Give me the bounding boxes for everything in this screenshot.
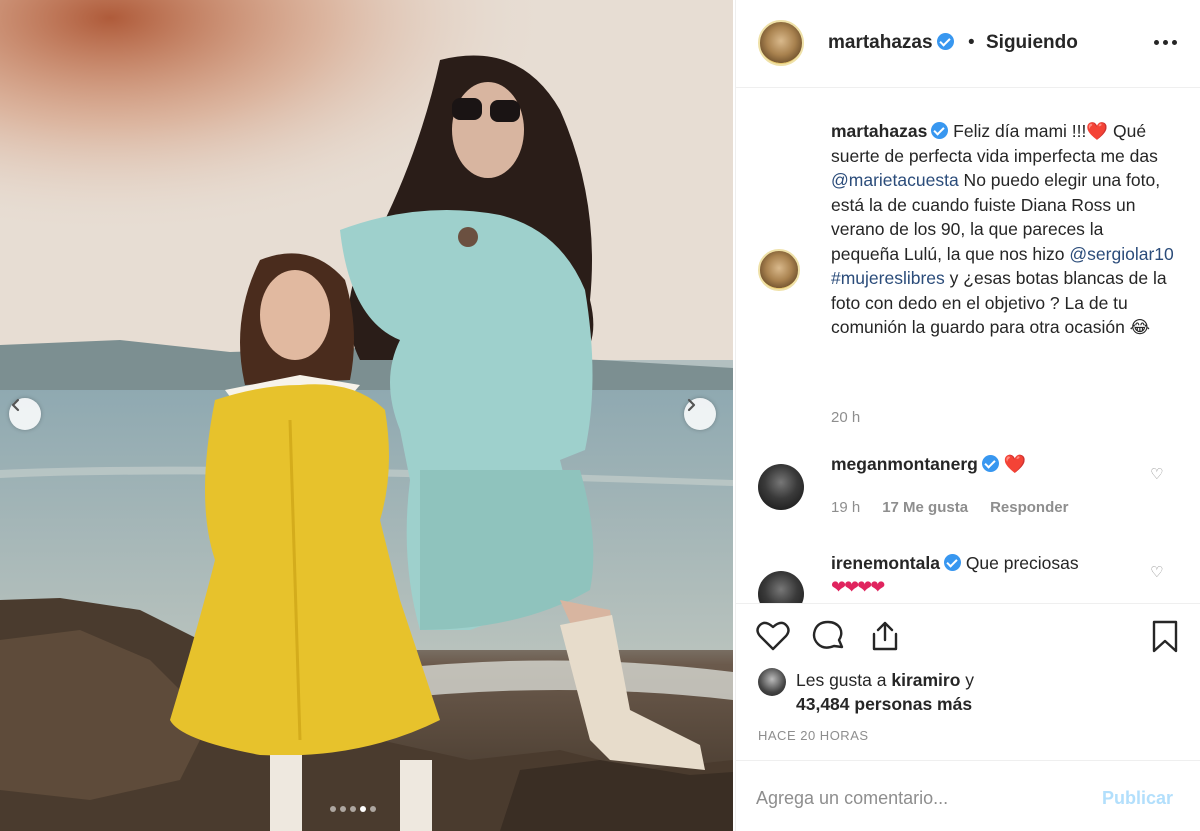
- like-comment-icon[interactable]: ♡: [1150, 563, 1163, 581]
- comment-username[interactable]: meganmontanerg: [831, 454, 978, 474]
- comment-bubble-icon[interactable]: [812, 620, 846, 652]
- verified-icon: [936, 33, 954, 50]
- mention-link[interactable]: @marietacuesta: [831, 170, 959, 190]
- more-options-icon[interactable]: [1154, 40, 1177, 45]
- comment-timestamp[interactable]: 19 h: [831, 499, 860, 516]
- comment-hearts: ❤❤❤❤: [831, 577, 885, 597]
- comment: meganmontanerg ❤️: [831, 454, 1026, 475]
- post-header: martahazas • Siguiendo: [736, 0, 1200, 88]
- comment-text: Que preciosas: [965, 553, 1079, 573]
- comment-input[interactable]: [756, 783, 1076, 813]
- share-icon[interactable]: [868, 620, 902, 652]
- caption-timestamp[interactable]: 20 h: [831, 409, 860, 426]
- carousel-dot-active: [360, 806, 366, 812]
- carousel-dot: [330, 806, 336, 812]
- likes-count[interactable]: 43,484 personas más: [796, 694, 972, 715]
- carousel-dot: [350, 806, 356, 812]
- header-separator: •: [968, 32, 975, 53]
- post-sidebar: martahazas • Siguiendo martahazas Feliz …: [735, 0, 1200, 831]
- next-photo-button[interactable]: [684, 398, 716, 430]
- commenter-avatar[interactable]: [758, 571, 804, 603]
- post-actions: Les gusta a kiramiro y 43,484 personas m…: [736, 603, 1200, 831]
- mention-link[interactable]: @sergiolar10: [1069, 244, 1173, 264]
- photo-illustration: [0, 0, 733, 831]
- caption-username[interactable]: martahazas: [831, 121, 927, 141]
- author-avatar[interactable]: [758, 20, 804, 66]
- post-caption: martahazas Feliz día mami !!!❤️ Qué suer…: [831, 121, 1174, 337]
- chevron-left-icon: [11, 398, 20, 412]
- comment-meta: 19 h 17 Me gusta Responder: [831, 499, 1068, 516]
- carousel-dots: [330, 806, 376, 812]
- likes-summary: Les gusta a kiramiro y: [796, 670, 975, 690]
- following-button[interactable]: Siguiendo: [986, 32, 1078, 54]
- reply-button[interactable]: Responder: [990, 499, 1068, 516]
- post-photo[interactable]: [0, 0, 733, 831]
- chevron-right-icon: [687, 398, 696, 412]
- verified-icon: [981, 455, 999, 472]
- post-timestamp[interactable]: HACE 20 HORAS: [758, 728, 869, 743]
- comment-text: ❤️: [1003, 454, 1027, 474]
- publish-button[interactable]: Publicar: [1102, 788, 1173, 809]
- commenter-avatar[interactable]: [758, 464, 804, 510]
- author-username[interactable]: martahazas: [828, 32, 954, 54]
- carousel-dot: [370, 806, 376, 812]
- caption-author-avatar[interactable]: [758, 249, 800, 291]
- previous-photo-button[interactable]: [9, 398, 41, 430]
- like-heart-icon[interactable]: [756, 620, 790, 652]
- carousel-dot: [340, 806, 346, 812]
- comment: irenemontala Que preciosas: [831, 553, 1079, 574]
- verified-icon: [943, 554, 961, 571]
- comments-list: martahazas Feliz día mami !!!❤️ Qué suer…: [736, 89, 1200, 603]
- hashtag-link[interactable]: #mujereslibres: [831, 268, 945, 288]
- liker-avatar[interactable]: [758, 668, 786, 696]
- like-comment-icon[interactable]: ♡: [1150, 465, 1163, 483]
- comment-likes[interactable]: 17 Me gusta: [882, 499, 968, 516]
- add-comment-bar: Publicar: [736, 760, 1200, 831]
- liker-username[interactable]: kiramiro: [891, 670, 960, 690]
- verified-icon: [931, 122, 949, 139]
- bookmark-icon[interactable]: [1150, 620, 1180, 654]
- comment-username[interactable]: irenemontala: [831, 553, 940, 573]
